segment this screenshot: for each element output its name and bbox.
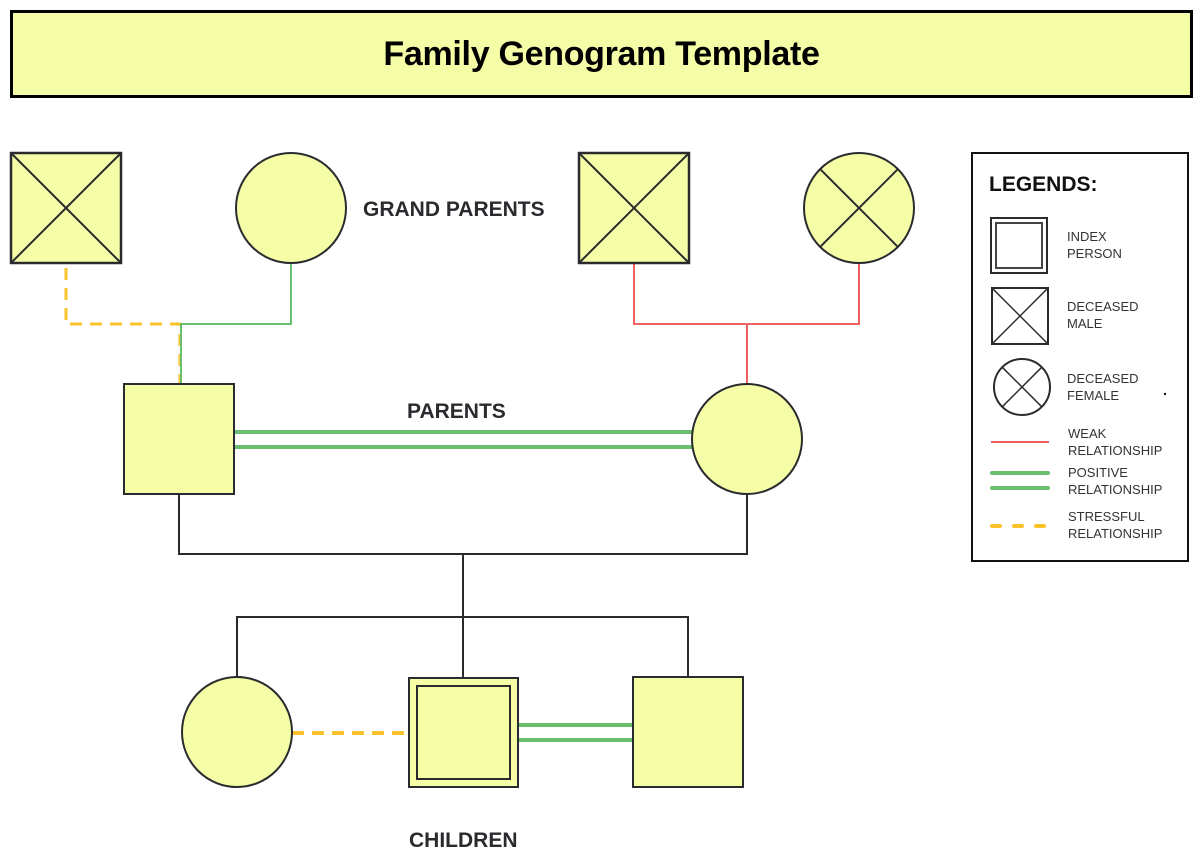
legend-label: STRESSFUL [1068, 509, 1145, 524]
stray-dot [1163, 392, 1167, 396]
male-symbol [632, 676, 744, 788]
male-symbol [123, 383, 235, 495]
person-mother[interactable] [691, 383, 803, 495]
person-index-son[interactable] [408, 677, 519, 788]
legend-box [971, 152, 1189, 562]
female-symbol [691, 383, 803, 495]
legend-label: DECEASED [1067, 299, 1139, 314]
person-maternal-grandmother[interactable] [803, 152, 915, 264]
person-maternal-grandfather[interactable] [577, 151, 691, 265]
legend-label: INDEX [1067, 229, 1107, 244]
index-person-icon-inner [995, 222, 1043, 269]
label-grand-parents: GRAND PARENTS [363, 198, 545, 221]
parents-children-connector [178, 494, 748, 555]
person-daughter[interactable] [181, 676, 293, 788]
female-symbol [181, 676, 293, 788]
relationship-stressful-paternal-grandfather [64, 268, 182, 384]
person-father[interactable] [123, 383, 235, 495]
legend-label: RELATIONSHIP [1068, 482, 1162, 497]
person-son[interactable] [632, 676, 744, 788]
genogram-canvas: GRAND PARENTS PARENTS CHILDREN LEGENDS: [9, 151, 1189, 852]
relationship-positive-paternal-grandmother [180, 263, 292, 384]
legend-label: RELATIONSHIP [1068, 443, 1162, 458]
legend-label: WEAK [1068, 426, 1107, 441]
person-paternal-grandfather[interactable] [9, 151, 123, 265]
index-person-inner [416, 685, 511, 780]
person-paternal-grandmother[interactable] [235, 152, 347, 264]
legend-title: LEGENDS: [989, 173, 1098, 196]
legend-label: PERSON [1067, 246, 1122, 261]
relationship-weak-maternal-grandparents [633, 263, 860, 325]
label-children: CHILDREN [409, 829, 518, 852]
female-symbol [235, 152, 347, 264]
legend-label: FEMALE [1067, 388, 1119, 403]
legend-label: RELATIONSHIP [1068, 526, 1162, 541]
legend-label: POSITIVE [1068, 465, 1128, 480]
legend-panel: LEGENDS: INDEX PERSON DECEASED MALE DECE… [971, 152, 1189, 562]
legend-label: DECEASED [1067, 371, 1139, 386]
label-parents: PARENTS [407, 400, 506, 423]
legend-label: MALE [1067, 316, 1103, 331]
